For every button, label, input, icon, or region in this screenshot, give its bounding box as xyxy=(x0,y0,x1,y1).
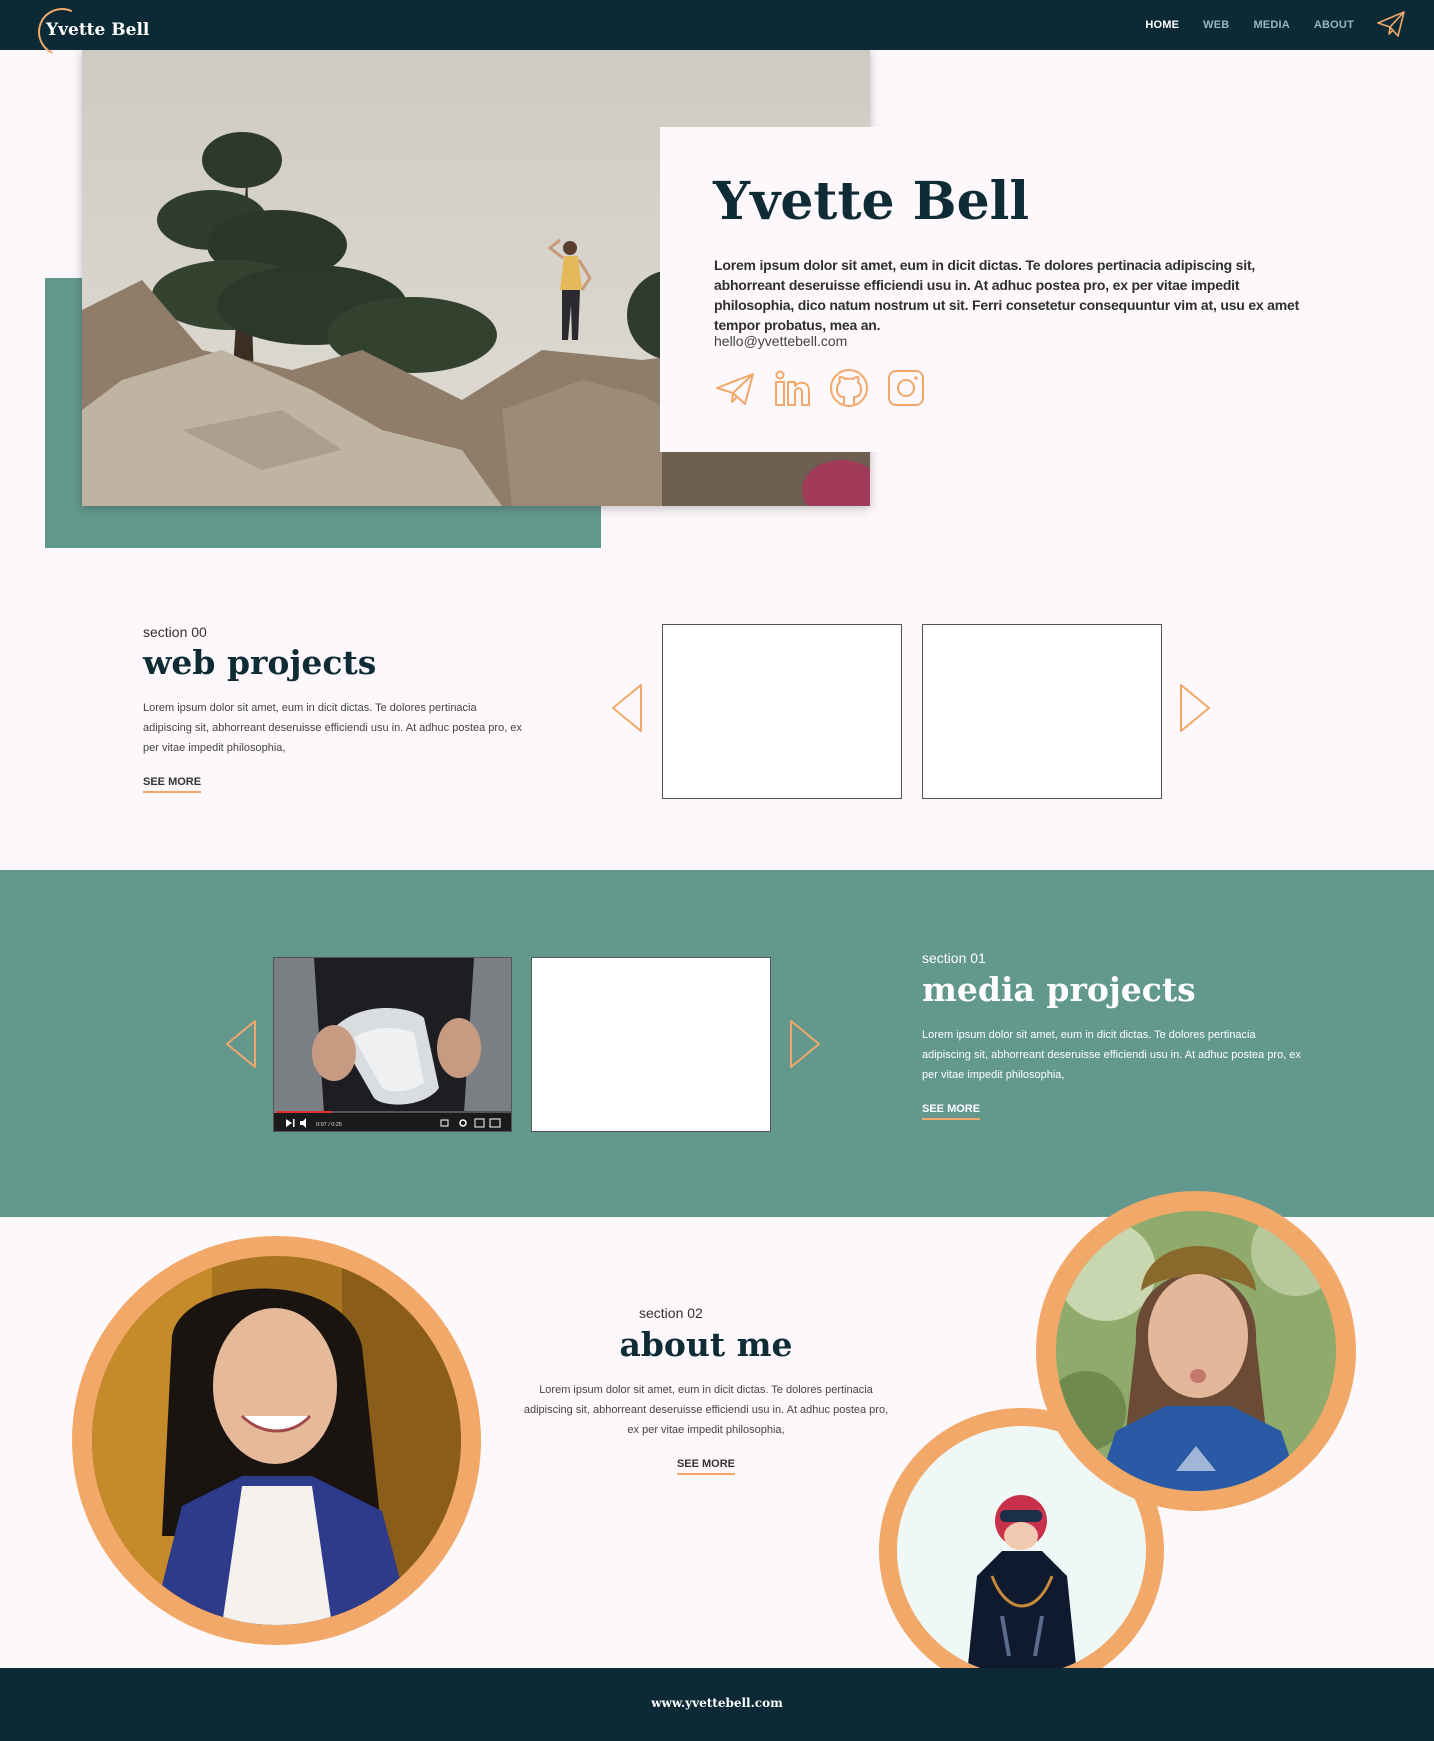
web-projects-section: section 00 web projects Lorem ipsum dolo… xyxy=(143,624,523,793)
paper-plane-icon[interactable] xyxy=(714,367,756,409)
see-more-link[interactable]: SEE MORE xyxy=(922,1103,981,1120)
section-description: Lorem ipsum dolor sit amet, eum in dicit… xyxy=(922,1029,1301,1081)
hero-description: Lorem ipsum dolor sit amet, eum in dicit… xyxy=(714,257,1300,333)
hero-title: Yvette Bell xyxy=(713,171,1030,232)
nav-links: HOME WEB MEDIA ABOUT xyxy=(1145,19,1354,31)
linkedin-icon[interactable] xyxy=(771,367,813,409)
headshot-photo xyxy=(1056,1211,1336,1491)
carousel-next-arrow-icon[interactable] xyxy=(788,1019,822,1069)
section-label: section 02 xyxy=(639,1305,703,1321)
section-description: Lorem ipsum dolor sit amet, eum in dicit… xyxy=(523,1384,889,1436)
carousel-prev-arrow-icon[interactable] xyxy=(610,683,644,733)
headshot-photo-ring xyxy=(1036,1191,1356,1511)
media-projects-section: section 01 media projects Lorem ipsum do… xyxy=(922,950,1302,1120)
nav-link-home[interactable]: HOME xyxy=(1145,19,1179,31)
portrait-photo xyxy=(92,1256,461,1625)
see-more-link[interactable]: SEE MORE xyxy=(143,776,202,793)
paper-plane-icon[interactable] xyxy=(1376,10,1406,38)
section-label: section 01 xyxy=(922,950,986,966)
section-label: section 00 xyxy=(143,624,207,640)
section-description: Lorem ipsum dolor sit amet, eum in dicit… xyxy=(143,702,522,754)
social-links xyxy=(714,367,927,409)
github-icon[interactable] xyxy=(828,367,870,409)
logo[interactable]: Yvette Bell xyxy=(46,20,149,40)
web-project-card[interactable] xyxy=(662,624,902,799)
nav-link-media[interactable]: MEDIA xyxy=(1253,19,1289,31)
about-section: section 02 about me Lorem ipsum dolor si… xyxy=(520,1305,892,1475)
carousel-prev-arrow-icon[interactable] xyxy=(224,1019,258,1069)
top-nav: Yvette Bell HOME WEB MEDIA ABOUT xyxy=(0,0,1434,63)
carousel-next-arrow-icon[interactable] xyxy=(1178,683,1212,733)
media-project-card[interactable] xyxy=(531,957,771,1132)
section-title: about me xyxy=(619,1325,793,1364)
section-title: web projects xyxy=(143,643,377,682)
video-progress-fill[interactable] xyxy=(276,1111,333,1113)
hero-card: Yvette Bell Lorem ipsum dolor sit amet, … xyxy=(660,127,1340,452)
nav-link-web[interactable]: WEB xyxy=(1203,19,1229,31)
instagram-icon[interactable] xyxy=(885,367,927,409)
see-more-link[interactable]: SEE MORE xyxy=(676,1458,736,1475)
web-project-card[interactable] xyxy=(922,624,1162,799)
video-player[interactable]: 0:07 / 0:25 xyxy=(273,957,512,1132)
portrait-photo-ring xyxy=(72,1236,481,1645)
nav-link-about[interactable]: ABOUT xyxy=(1314,19,1354,31)
footer: www.yvettebell.com xyxy=(0,1668,1434,1741)
hero-email[interactable]: hello@yvettebell.com xyxy=(714,333,847,349)
footer-link[interactable]: www.yvettebell.com xyxy=(0,1696,1434,1710)
section-title: media projects xyxy=(922,970,1196,1009)
video-time: 0:07 / 0:25 xyxy=(316,1122,342,1128)
